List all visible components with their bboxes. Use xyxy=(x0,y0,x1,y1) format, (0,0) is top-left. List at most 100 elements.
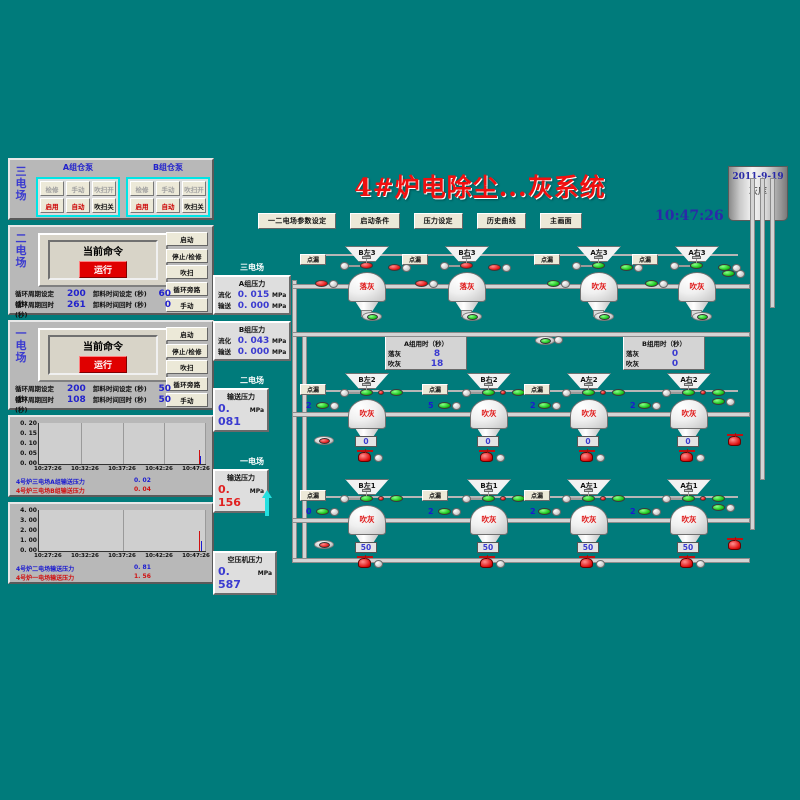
pressure-value: 0. 081 xyxy=(218,402,248,428)
side-value-A-right-2: 2 xyxy=(630,401,636,410)
valve-link xyxy=(470,498,482,500)
x-tick: 10:42:26 xyxy=(145,553,173,559)
timer-value: 0 xyxy=(648,349,702,359)
dianlou-button-B-left-1[interactable]: 点漏 xyxy=(300,490,326,501)
riser-gate-valve-row1[interactable] xyxy=(728,540,741,550)
pressure-unit: MPa xyxy=(272,338,286,345)
tee-valve-B-left-1[interactable] xyxy=(314,540,334,549)
group-a-button-maintenance[interactable]: 检修 xyxy=(40,181,64,196)
y-tick: 0. 05 xyxy=(12,450,37,457)
legend-label: 4号炉三电场B组输送压力 xyxy=(16,486,134,495)
pressure-box-second-field: 输送压力 0. 081 MPa xyxy=(213,388,269,432)
x-tick: 10:37:26 xyxy=(108,466,136,472)
pressure-unit: MPa xyxy=(250,407,264,414)
group-b-button-purge-off[interactable]: 吹扫关 xyxy=(182,198,206,213)
gate-valve-A-right-1[interactable] xyxy=(680,558,693,568)
group-b-button-auto[interactable]: 自动 xyxy=(156,198,180,213)
chart-legend: 4号炉三电场A组输送压力 0. 02 4号炉三电场B组输送压力 0. 04 xyxy=(16,477,208,495)
unit-counter: 50 xyxy=(355,542,377,553)
first-field-params: 循环周期设定 (秒) 200 卸料时间设定 (秒) 50 循环周期回时 (秒) … xyxy=(15,383,175,405)
second-field-button-purge[interactable]: 吹扫 xyxy=(166,265,208,279)
second-field-button-stop-maintenance[interactable]: 停止/检修 xyxy=(166,249,208,263)
group-b-button-enable[interactable]: 启用 xyxy=(130,198,154,213)
gate-valve-B-right-2[interactable] xyxy=(480,452,493,462)
dianlou-button-A-left-2[interactable]: 点漏 xyxy=(524,384,550,395)
gate-valve-B-right-1[interactable] xyxy=(480,558,493,568)
param-row: 循环周期回时 (秒) 108 卸料时间回时 (秒) 50 xyxy=(15,394,175,405)
side-value-B-left-1: 0 xyxy=(306,507,312,516)
group-a-button-manual[interactable]: 手动 xyxy=(66,181,90,196)
timer-value: 18 xyxy=(410,359,464,369)
side-value-B-right-1: 2 xyxy=(428,507,434,516)
tee-valve-mid[interactable] xyxy=(535,336,555,345)
gate-valve-B-left-1[interactable] xyxy=(358,558,371,568)
valve-link xyxy=(670,498,682,500)
nav-button-params[interactable]: 一二电场参数设定 xyxy=(258,213,336,229)
hmi-screen: 4#炉电除尘...灰系统 一二电场参数设定 启动条件 压力设定 历史曲线 主画面… xyxy=(0,0,800,800)
group-a-button-enable[interactable]: 启用 xyxy=(40,198,64,213)
riser-gate-valve-row2[interactable] xyxy=(728,436,741,446)
gate-valve-A-right-2[interactable] xyxy=(680,452,693,462)
pressure-label: 输送 xyxy=(218,300,235,310)
dianlou-button-A-left-1[interactable]: 点漏 xyxy=(524,490,550,501)
nav-button-main-screen[interactable]: 主画面 xyxy=(540,213,582,229)
gate-valve-A-left-1[interactable] xyxy=(580,558,593,568)
side-value-B-right-2: 5 xyxy=(428,401,434,410)
riser-pipe-2 xyxy=(760,178,765,480)
dianlou-button-A-left-3[interactable]: 点漏 xyxy=(534,254,560,265)
group-b-button-purge-on[interactable]: 吹扫开 xyxy=(182,181,206,196)
gate-valve-A-left-2[interactable] xyxy=(580,452,593,462)
unit-state: 吹灰 xyxy=(570,514,608,525)
tee-valve-B-left-3[interactable] xyxy=(362,312,382,321)
tee-valve-A-left-3[interactable] xyxy=(594,312,614,321)
unit-counter: 50 xyxy=(577,542,599,553)
pressure-section-title-one: 一电场 xyxy=(213,456,291,467)
tee-valve-A-right-3[interactable] xyxy=(692,312,712,321)
param-value: 200 xyxy=(67,289,93,299)
pressure-box-title: 空压机压力 xyxy=(218,555,272,565)
second-field-button-start[interactable]: 启动 xyxy=(166,232,208,246)
dianlou-button-B-right-1[interactable]: 点漏 xyxy=(422,490,448,501)
unit-state: 吹灰 xyxy=(470,408,508,419)
timer-title: A组用时（秒） xyxy=(388,338,464,348)
first-field-button-purge[interactable]: 吹扫 xyxy=(166,360,208,374)
side-value-A-left-1: 2 xyxy=(530,507,536,516)
chart-x-axis: 10:27:26 10:32:26 10:37:26 10:42:26 10:4… xyxy=(34,466,210,472)
nav-button-history-curve[interactable]: 历史曲线 xyxy=(477,213,526,229)
timer-label: 落灰 xyxy=(626,348,648,358)
tee-valve-B-left-2[interactable] xyxy=(314,436,334,445)
side-value-A-left-2: 2 xyxy=(530,401,536,410)
group-b-button-manual[interactable]: 手动 xyxy=(156,181,180,196)
gate-actuator-icon xyxy=(696,560,705,568)
x-tick: 10:37:26 xyxy=(108,553,136,559)
nav-button-start-conditions[interactable]: 启动条件 xyxy=(350,213,399,229)
dianlou-button-B-right-3[interactable]: 点漏 xyxy=(402,254,428,265)
unit-label: B左2 xyxy=(338,375,396,385)
first-field-button-start[interactable]: 启动 xyxy=(166,327,208,341)
unit-state: 落灰 xyxy=(448,281,486,292)
valve-actuator-icon xyxy=(572,262,581,270)
nav-button-pressure-settings[interactable]: 压力设定 xyxy=(414,213,463,229)
gate-valve-B-left-2[interactable] xyxy=(358,452,371,462)
first-field-button-stop-maintenance[interactable]: 停止/检修 xyxy=(166,344,208,358)
dianlou-button-B-left-3[interactable]: 点漏 xyxy=(300,254,326,265)
tee-valve-B-right-3[interactable] xyxy=(462,312,482,321)
chart-plot-area xyxy=(38,423,206,465)
pressure-value: 0. 587 xyxy=(218,565,256,591)
group-a-button-purge-off[interactable]: 吹扫关 xyxy=(92,198,116,213)
dianlou-button-B-left-2[interactable]: 点漏 xyxy=(300,384,326,395)
group-b-button-maintenance[interactable]: 检修 xyxy=(130,181,154,196)
pressure-box-group-b: B组压力 流化 0. 043 MPa 输送 0. 000 MPa xyxy=(213,321,291,361)
left-control-column: 三电场 A组仓泵 检修 手动 吹扫开 启用 自动 吹扫关 B组仓泵 检修 手动 … xyxy=(8,158,214,589)
param-label: 卸料时间设定 (秒) xyxy=(93,383,147,393)
dianlou-button-A-right-3[interactable]: 点漏 xyxy=(632,254,658,265)
pressure-box-compressor: 空压机压力 0. 587 MPa xyxy=(213,551,277,595)
group-a-button-purge-on[interactable]: 吹扫开 xyxy=(92,181,116,196)
group-a-button-auto[interactable]: 自动 xyxy=(66,198,90,213)
dianlou-button-B-right-2[interactable]: 点漏 xyxy=(422,384,448,395)
riser-pipe-1 xyxy=(750,178,755,530)
x-tick: 10:27:26 xyxy=(34,466,62,472)
valve-link xyxy=(580,265,592,267)
pressure-row: 0. 081 MPa xyxy=(218,402,264,428)
legend-label: 4号炉三电场A组输送压力 xyxy=(16,477,134,486)
